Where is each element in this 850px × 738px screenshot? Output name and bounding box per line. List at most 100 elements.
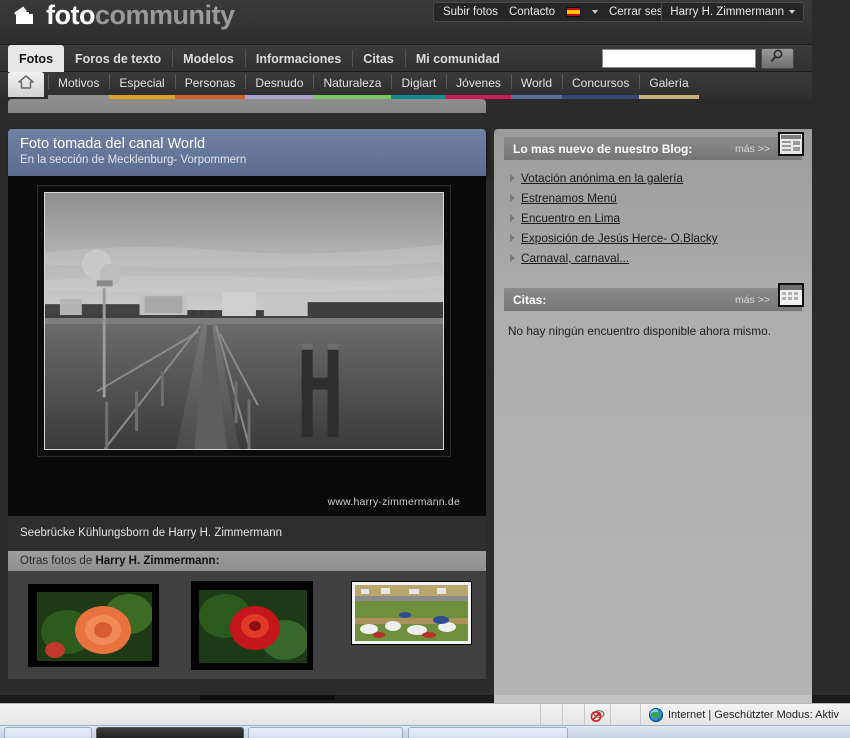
- thumbnail-orange-rose[interactable]: [28, 584, 159, 667]
- thumbnail-red-rose[interactable]: [191, 581, 313, 670]
- list-item[interactable]: Encuentro en Lima: [510, 208, 812, 228]
- list-item[interactable]: Exposición de Jesús Herce- O.Blacky: [510, 228, 812, 248]
- list-item[interactable]: Carnaval, carnaval...: [510, 248, 812, 268]
- home-button[interactable]: [8, 72, 44, 97]
- security-zone-indicator[interactable]: Internet | Geschützter Modus: Aktiv: [640, 703, 839, 726]
- chevron-down-icon[interactable]: [789, 10, 795, 14]
- tab-label: Foros de texto: [75, 51, 162, 66]
- photo-header: Foto tomada del canal World En la secció…: [8, 129, 486, 176]
- taskbar-item-active[interactable]: [96, 727, 244, 738]
- newspaper-icon[interactable]: [778, 132, 804, 156]
- subnav-label: Galería: [649, 76, 689, 90]
- dates-panel-title: Citas:: [513, 292, 547, 307]
- thumbnail-market-field[interactable]: [351, 581, 472, 645]
- subnav-label: Jóvenes: [456, 76, 501, 90]
- subnav-item-naturaleza[interactable]: Naturaleza: [313, 72, 392, 99]
- subnav-label: World: [520, 76, 552, 90]
- logo-text: fotocommunity: [46, 2, 235, 29]
- photo-caption: Seebrücke Kühlungsborn de Harry H. Zimme…: [8, 516, 486, 551]
- security-zone-text: Internet | Geschützter Modus: Aktiv: [668, 708, 839, 721]
- subnav-item-especial[interactable]: Especial: [109, 72, 175, 99]
- subnav-item-digiart[interactable]: Digiart: [391, 72, 447, 99]
- tab-modelos[interactable]: Modelos: [172, 45, 245, 72]
- site-header: fotocommunity Subir fotos Contacto Cerra…: [0, 0, 812, 45]
- main-photo-frame[interactable]: [38, 186, 450, 456]
- subnav-label: Digiart: [401, 76, 437, 90]
- top-utility-nav: Subir fotos Contacto Cerrar sesión: [432, 2, 688, 22]
- photo-stage: www.harry-zimmermann.de: [8, 176, 486, 516]
- other-photos-header: Otras fotos de Harry H. Zimmermann:: [8, 551, 486, 571]
- blog-link[interactable]: Estrenamos Menú: [521, 191, 617, 205]
- main-photo[interactable]: [44, 192, 444, 450]
- category-nav: Motivos Especial Personas Desnudo Natura…: [0, 72, 812, 99]
- user-menu[interactable]: Harry H. Zimmermann: [661, 2, 804, 22]
- blog-panel-title: Lo mas nuevo de nuestro Blog:: [513, 141, 693, 156]
- page-title: Foto tomada del canal World: [20, 136, 206, 152]
- status-cell: [584, 703, 610, 726]
- windows-taskbar: [0, 725, 850, 738]
- subnav-item-motivos[interactable]: Motivos: [48, 72, 110, 99]
- page-right-margin: [812, 0, 850, 703]
- blog-link[interactable]: Votación anónima en la galería: [521, 171, 683, 185]
- photo-watermark: www.harry-zimmermann.de: [327, 496, 460, 508]
- subnav-item-personas[interactable]: Personas: [174, 72, 246, 99]
- subnav-item-galeria[interactable]: Galería: [639, 72, 699, 99]
- taskbar-item[interactable]: [4, 727, 92, 738]
- subnav-label: Concursos: [572, 76, 630, 90]
- tab-label: Mi comunidad: [415, 51, 500, 66]
- search-button[interactable]: [761, 48, 794, 69]
- tab-label: Informaciones: [255, 51, 342, 66]
- page-content: Foto tomada del canal World En la secció…: [0, 99, 812, 699]
- tab-mi-comunidad[interactable]: Mi comunidad: [404, 45, 511, 72]
- calendar-icon[interactable]: [778, 283, 804, 307]
- subnav-label: Naturaleza: [323, 76, 382, 90]
- subnav-item-concursos[interactable]: Concursos: [562, 72, 640, 99]
- subnav-label: Personas: [184, 76, 236, 90]
- spain-flag-icon[interactable]: [565, 7, 581, 17]
- home-icon: [17, 74, 35, 95]
- tab-label: Citas: [363, 51, 394, 66]
- tab-label: Modelos: [183, 51, 234, 66]
- status-cell: [562, 703, 584, 726]
- dates-panel-more-link[interactable]: más >>: [735, 294, 770, 306]
- bullet-arrow-icon: [510, 194, 515, 202]
- chevron-down-icon[interactable]: [591, 10, 598, 14]
- tab-fotos[interactable]: Fotos: [8, 45, 65, 72]
- bullet-arrow-icon: [510, 234, 515, 242]
- user-menu-label[interactable]: Harry H. Zimmermann: [670, 6, 784, 18]
- popup-blocked-icon[interactable]: [590, 708, 606, 722]
- site-logo[interactable]: fotocommunity: [10, 2, 235, 29]
- list-item[interactable]: Estrenamos Menú: [510, 188, 812, 208]
- taskbar-item[interactable]: [248, 727, 403, 738]
- status-cell: [540, 703, 562, 726]
- category-items: Motivos Especial Personas Desnudo Natura…: [48, 72, 699, 99]
- blog-panel-more-link[interactable]: más >>: [735, 143, 770, 155]
- list-item[interactable]: Votación anónima en la galería: [510, 168, 812, 188]
- internet-globe-icon: [649, 707, 663, 722]
- blog-link[interactable]: Exposición de Jesús Herce- O.Blacky: [521, 231, 718, 245]
- sidebar-bottom-edge: [494, 695, 812, 703]
- magnifier-icon: [769, 49, 786, 69]
- photo-column: Foto tomada del canal World En la secció…: [8, 129, 486, 679]
- tab-informaciones[interactable]: Informaciones: [244, 45, 352, 72]
- status-cell: [610, 703, 632, 726]
- subnav-label: Motivos: [58, 76, 100, 90]
- dates-panel-header: Citas: más >>: [504, 283, 804, 311]
- dates-panel-text: No hay ningún encuentro disponible ahora…: [508, 324, 771, 338]
- taskbar-item[interactable]: [408, 727, 568, 738]
- subnav-item-world[interactable]: World: [510, 72, 562, 99]
- search-input[interactable]: [602, 49, 756, 68]
- blog-panel-header: Lo mas nuevo de nuestro Blog: más >>: [504, 132, 804, 160]
- bullet-arrow-icon: [510, 254, 515, 262]
- content-top-strip: [8, 99, 486, 113]
- camera-photos-icon: [10, 3, 40, 29]
- subnav-item-jovenes[interactable]: Jóvenes: [446, 72, 511, 99]
- tab-citas[interactable]: Citas: [352, 45, 405, 72]
- subnav-item-desnudo[interactable]: Desnudo: [245, 72, 314, 99]
- upload-photos-link[interactable]: Subir fotos: [443, 6, 498, 18]
- main-tabs: Fotos Foros de texto Modelos Informacion…: [8, 45, 511, 72]
- tab-foros-de-texto[interactable]: Foros de texto: [64, 45, 172, 72]
- blog-link[interactable]: Carnaval, carnaval...: [521, 251, 629, 265]
- contact-link[interactable]: Contacto: [509, 6, 555, 18]
- blog-link[interactable]: Encuentro en Lima: [521, 211, 620, 225]
